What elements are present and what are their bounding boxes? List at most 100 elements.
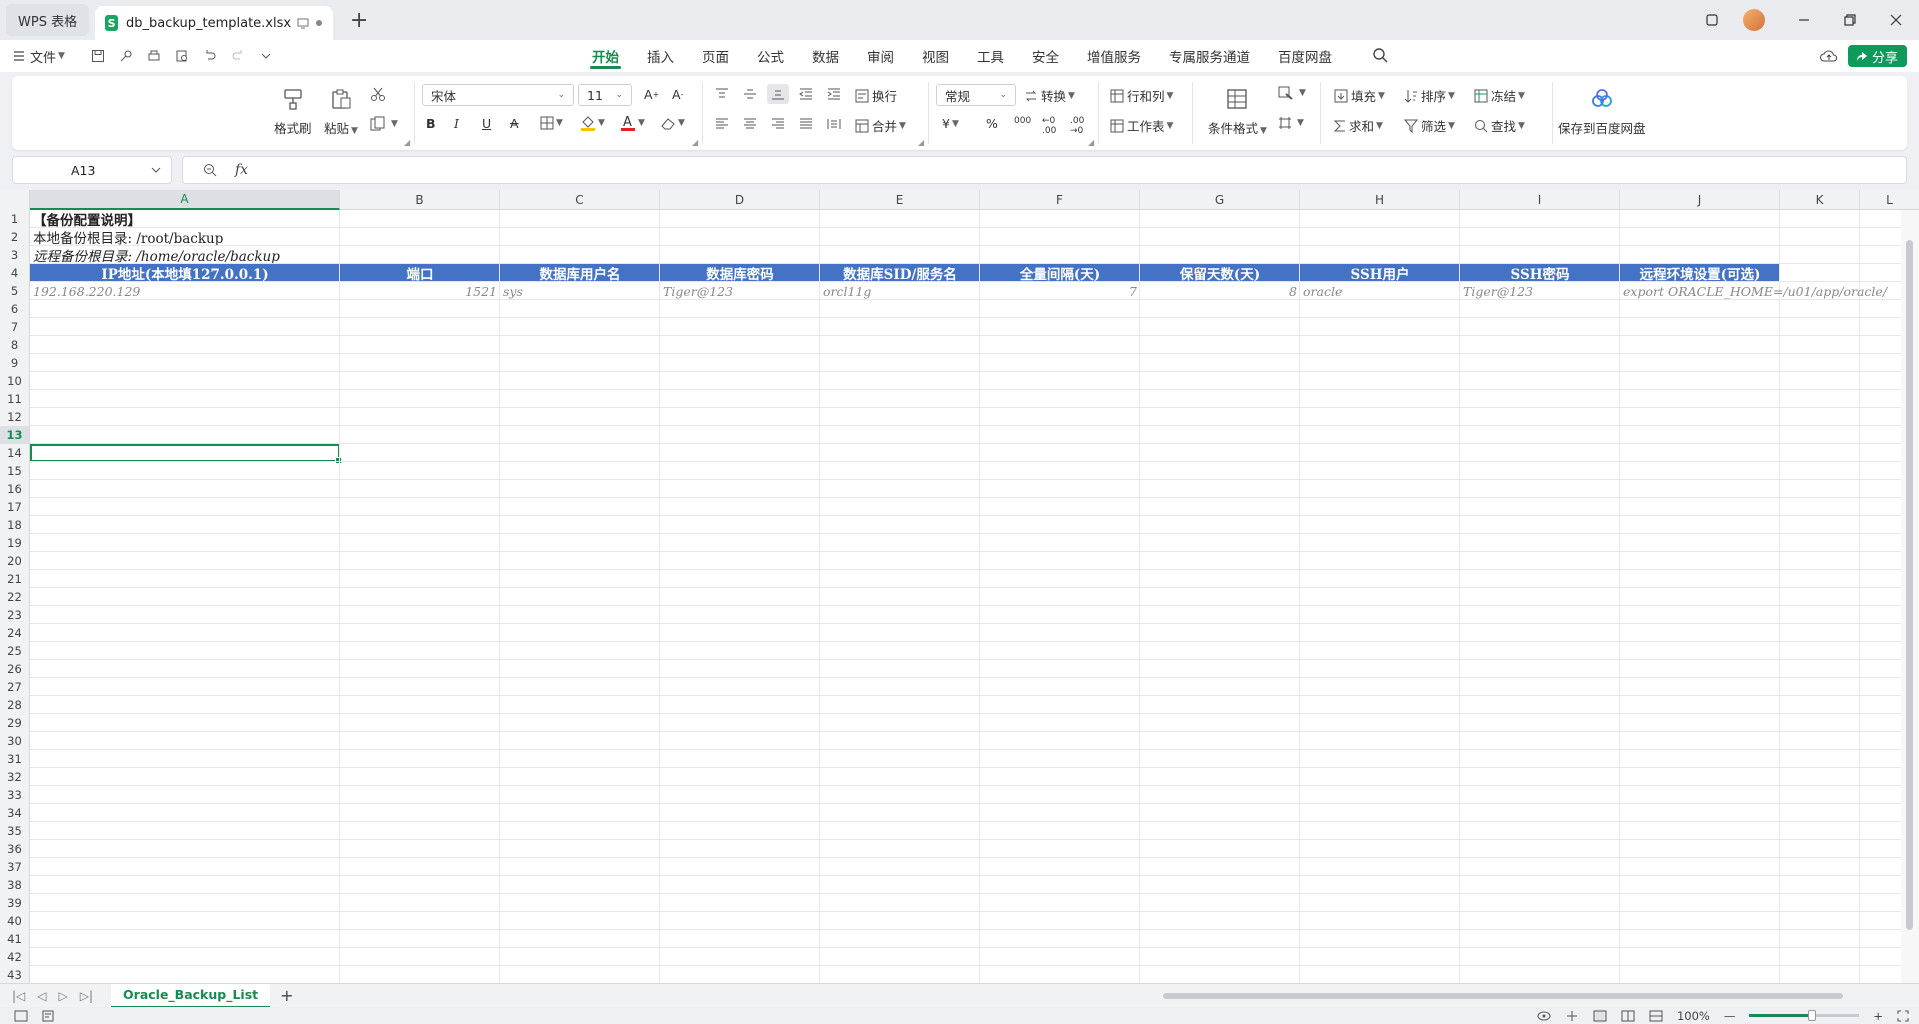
- close-icon[interactable]: [1873, 0, 1919, 40]
- row-header-30[interactable]: 30: [0, 732, 29, 750]
- vertical-scrollbar[interactable]: [1901, 210, 1919, 983]
- new-tab-button[interactable]: +: [343, 5, 375, 37]
- data-cell-f5[interactable]: 7: [980, 282, 1140, 300]
- sheet-tab[interactable]: Oracle_Backup_List: [111, 983, 271, 1008]
- customize-chevron-icon[interactable]: [257, 47, 275, 65]
- row-header-41[interactable]: 41: [0, 930, 29, 948]
- page-layout-icon[interactable]: [1621, 1010, 1635, 1022]
- align-left-icon[interactable]: [715, 118, 729, 130]
- column-header-b[interactable]: B: [340, 190, 500, 210]
- table-style-button[interactable]: ▼: [1278, 116, 1304, 130]
- maximize-icon[interactable]: [1827, 0, 1873, 40]
- column-header-c[interactable]: C: [500, 190, 660, 210]
- row-header-42[interactable]: 42: [0, 948, 29, 966]
- tab-formula[interactable]: 公式: [743, 40, 798, 72]
- data-cell-c5[interactable]: sys: [500, 282, 660, 300]
- row-header-13[interactable]: 13: [0, 426, 29, 444]
- row-header-21[interactable]: 21: [0, 570, 29, 588]
- insert-function-button[interactable]: fx: [235, 162, 248, 178]
- font-launcher-icon[interactable]: ◢: [692, 138, 698, 147]
- format-painter-button[interactable]: 格式刷: [274, 84, 312, 137]
- cut-icon[interactable]: [370, 86, 386, 102]
- distributed-icon[interactable]: [827, 118, 841, 130]
- align-bottom-icon[interactable]: [767, 84, 789, 104]
- strikethrough-button[interactable]: A: [510, 116, 519, 131]
- select-all-corner[interactable]: [0, 190, 30, 210]
- fill-color-button[interactable]: ▼: [580, 114, 605, 132]
- tab-insert[interactable]: 插入: [633, 40, 688, 72]
- header-cell-b4[interactable]: 端口: [340, 264, 500, 282]
- row-header-39[interactable]: 39: [0, 894, 29, 912]
- row-header-35[interactable]: 35: [0, 822, 29, 840]
- column-header-l[interactable]: L: [1860, 190, 1919, 210]
- avatar[interactable]: [1743, 9, 1765, 31]
- row-header-16[interactable]: 16: [0, 480, 29, 498]
- data-cell-d5[interactable]: Tiger@123: [660, 282, 820, 300]
- underline-button[interactable]: U: [482, 116, 491, 131]
- thousands-button[interactable]: 000: [1014, 116, 1031, 126]
- formula-input[interactable]: [266, 157, 1906, 183]
- row-header-37[interactable]: 37: [0, 858, 29, 876]
- font-color-button[interactable]: A ▼: [620, 114, 645, 132]
- row-header-33[interactable]: 33: [0, 786, 29, 804]
- prev-sheet-icon[interactable]: ◁: [37, 989, 46, 1003]
- data-cell-j5[interactable]: export ORACLE_HOME=/u01/app/oracle/: [1620, 282, 1900, 300]
- copy-button[interactable]: ▼: [370, 116, 398, 132]
- row-header-40[interactable]: 40: [0, 912, 29, 930]
- tab-baidu-netdisk[interactable]: 百度网盘: [1264, 40, 1346, 72]
- percent-button[interactable]: %: [986, 116, 998, 131]
- header-cell-f4[interactable]: 全量间隔(天): [980, 264, 1140, 282]
- header-cell-c4[interactable]: 数据库用户名: [500, 264, 660, 282]
- row-header-1[interactable]: 1: [0, 210, 29, 228]
- row-header-43[interactable]: 43: [0, 966, 29, 983]
- clipboard-launcher-icon[interactable]: ◢: [404, 138, 410, 147]
- column-header-j[interactable]: J: [1620, 190, 1780, 210]
- row-header-9[interactable]: 9: [0, 354, 29, 372]
- increase-indent-icon[interactable]: [827, 88, 841, 100]
- last-sheet-icon[interactable]: ▷|: [80, 989, 93, 1003]
- row-header-31[interactable]: 31: [0, 750, 29, 768]
- bold-button[interactable]: B: [426, 116, 436, 131]
- zoom-slider[interactable]: [1749, 1010, 1860, 1021]
- row-header-20[interactable]: 20: [0, 552, 29, 570]
- zoom-out-button[interactable]: —: [1724, 1009, 1736, 1023]
- row-header-15[interactable]: 15: [0, 462, 29, 480]
- minimize-icon[interactable]: [1781, 0, 1827, 40]
- first-sheet-icon[interactable]: |◁: [12, 989, 25, 1003]
- row-header-14[interactable]: 14: [0, 444, 29, 462]
- restore-window-icon[interactable]: [1689, 0, 1735, 40]
- row-header-22[interactable]: 22: [0, 588, 29, 606]
- cloud-upload-icon[interactable]: [1819, 49, 1838, 63]
- zoom-slider-knob[interactable]: [1807, 1010, 1816, 1021]
- redo-icon[interactable]: [229, 47, 247, 65]
- unsaved-dot-icon[interactable]: [315, 19, 323, 27]
- row-header-18[interactable]: 18: [0, 516, 29, 534]
- row-header-5[interactable]: 5: [0, 282, 29, 300]
- increase-decimal-icon[interactable]: ←0.00: [1042, 116, 1056, 136]
- increase-font-icon[interactable]: A +: [644, 87, 659, 102]
- decrease-indent-icon[interactable]: [799, 88, 813, 100]
- share-button[interactable]: 分享: [1847, 45, 1907, 67]
- row-header-6[interactable]: 6: [0, 300, 29, 318]
- cell-area[interactable]: 【备份配置说明】 本地备份根目录: /root/backup 远程备份根目录: …: [30, 210, 1901, 983]
- tab-data[interactable]: 数据: [798, 40, 853, 72]
- wrap-text-button[interactable]: 换行: [855, 86, 897, 105]
- cell-a1[interactable]: 【备份配置说明】: [30, 210, 144, 228]
- row-header-25[interactable]: 25: [0, 642, 29, 660]
- column-header-a[interactable]: A: [30, 190, 340, 210]
- align-middle-icon[interactable]: [743, 88, 757, 100]
- fill-button[interactable]: 填充 ▼: [1334, 86, 1385, 105]
- convert-button[interactable]: 转换 ▼: [1024, 86, 1075, 105]
- row-header-8[interactable]: 8: [0, 336, 29, 354]
- cell-style-button[interactable]: ▼: [1278, 86, 1306, 100]
- column-header-d[interactable]: D: [660, 190, 820, 210]
- print-icon[interactable]: [145, 47, 163, 65]
- zoom-formula-icon[interactable]: [203, 163, 217, 177]
- column-header-k[interactable]: K: [1780, 190, 1860, 210]
- selected-cell-a13[interactable]: [30, 444, 342, 464]
- horizontal-scrollbar[interactable]: [1145, 990, 1885, 1001]
- monitor-icon[interactable]: [297, 17, 309, 29]
- page-break-icon[interactable]: [1649, 1010, 1663, 1022]
- tab-view[interactable]: 视图: [908, 40, 963, 72]
- font-name-select[interactable]: 宋体 ⌄: [422, 84, 574, 106]
